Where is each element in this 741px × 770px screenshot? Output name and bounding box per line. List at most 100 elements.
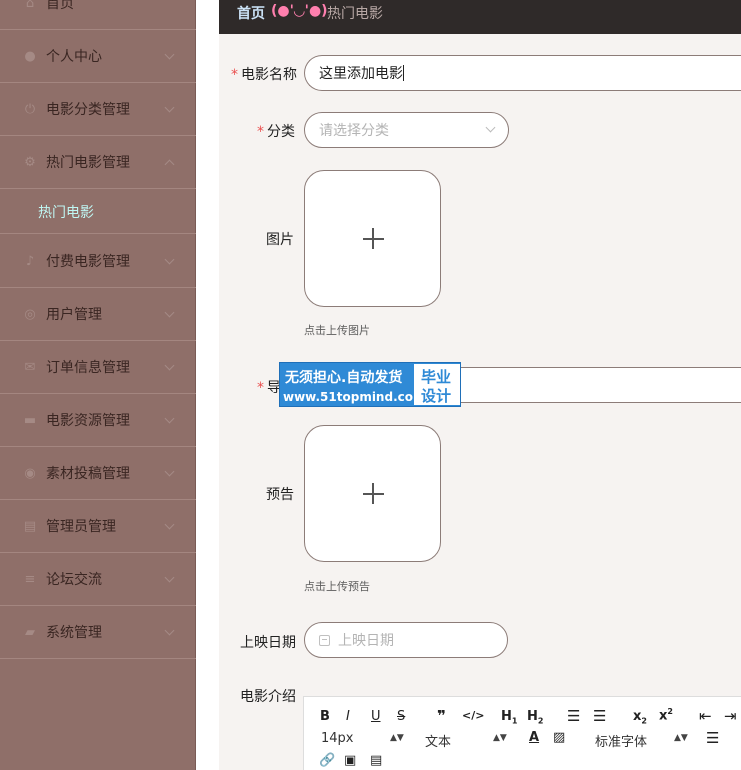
- h2-button[interactable]: H2: [527, 709, 543, 726]
- release-date-input[interactable]: 上映日期: [304, 622, 508, 658]
- director-label: * 导: [257, 380, 281, 396]
- watermark-right1: 毕业: [421, 368, 452, 386]
- sidebar-item-forum[interactable]: ≡ 论坛交流: [0, 553, 196, 606]
- image-upload[interactable]: [304, 170, 441, 307]
- sidebar-item-category[interactable]: ⏻ 电影分类管理: [0, 83, 196, 136]
- font-family-arrow-icon: ▲▼: [674, 733, 688, 743]
- chevron-down-icon: [164, 572, 175, 583]
- sidebar-item-label: 管理员管理: [46, 519, 116, 535]
- card-icon: ▬: [23, 412, 37, 428]
- user-icon: ●: [24, 48, 36, 64]
- home-icon: ⌂: [25, 0, 35, 11]
- sidebar-item-submissions[interactable]: ◉ 素材投稿管理: [0, 447, 196, 500]
- release-date-label: 上映日期: [240, 635, 296, 651]
- chevron-up-icon: [164, 159, 175, 170]
- sidebar-subitem-label: 热门电影: [38, 205, 94, 221]
- list-icon: ▤: [23, 518, 37, 534]
- category-select[interactable]: 请选择分类: [304, 112, 509, 148]
- chevron-down-icon: [164, 519, 175, 530]
- sidebar-item-label: 素材投稿管理: [46, 466, 130, 482]
- sidebar-item-personal[interactable]: ● 个人中心: [0, 30, 196, 83]
- sidebar-item-users[interactable]: ◎ 用户管理: [0, 288, 196, 341]
- font-color-button[interactable]: A: [529, 730, 539, 745]
- sidebar-item-resources[interactable]: ▬ 电影资源管理: [0, 394, 196, 447]
- chevron-down-icon: [485, 122, 496, 133]
- bullet-list-button[interactable]: ☰: [593, 707, 606, 725]
- image-label: 图片: [266, 232, 294, 248]
- chat-icon: ▰: [25, 624, 35, 640]
- chevron-down-icon: [164, 307, 175, 318]
- watermark-line1: 无须担心.自动发货: [285, 370, 403, 386]
- breadcrumb: 首页 (●'◡'●) 热门电影: [219, 0, 741, 34]
- image-icon[interactable]: ▣: [344, 753, 356, 768]
- trailer-upload-hint: 点击上传预告: [304, 580, 370, 593]
- movie-name-input[interactable]: 这里添加电影: [304, 55, 741, 91]
- font-family-select[interactable]: 标准字体: [595, 731, 647, 750]
- sidebar-item-paid-movies[interactable]: ♪ 付费电影管理: [0, 235, 196, 288]
- chevron-down-icon: [164, 413, 175, 424]
- align-button[interactable]: ☰: [706, 729, 719, 747]
- trailer-upload[interactable]: [304, 425, 441, 562]
- sidebar-item-label: 订单信息管理: [46, 360, 130, 376]
- breadcrumb-home[interactable]: 首页: [237, 3, 265, 23]
- font-size-select[interactable]: 14px: [321, 731, 354, 746]
- chevron-down-icon: [164, 254, 175, 265]
- sidebar-item-system[interactable]: ▰ 系统管理: [0, 606, 196, 659]
- target-icon: ◉: [24, 465, 36, 481]
- power-icon: ⏻: [24, 101, 36, 117]
- ordered-list-button[interactable]: ☰: [567, 707, 580, 725]
- settings-icon: ⚙: [24, 154, 36, 170]
- indent-button[interactable]: ⇥: [724, 707, 737, 725]
- sidebar-item-label: 付费电影管理: [46, 254, 130, 270]
- sidebar-item-label: 热门电影管理: [46, 155, 130, 171]
- text-caret: [403, 65, 404, 81]
- category-label: * 分类: [257, 124, 295, 140]
- strike-button[interactable]: S: [397, 709, 405, 724]
- watermark-banner: 无须担心.自动发货 www.51topmind.com 毕业 设计: [279, 362, 461, 407]
- sidebar-item-label: 电影分类管理: [46, 102, 130, 118]
- breadcrumb-current: 热门电影: [327, 6, 383, 22]
- code-button[interactable]: </>: [462, 709, 484, 722]
- category-placeholder: 请选择分类: [319, 123, 389, 139]
- movie-name-label: * 电影名称: [231, 67, 297, 83]
- sidebar-item-admins[interactable]: ▤ 管理员管理: [0, 500, 196, 553]
- subscript-button[interactable]: x2: [633, 709, 647, 726]
- chevron-down-icon: [164, 360, 175, 371]
- intro-label: 电影介绍: [240, 689, 296, 705]
- trailer-label: 预告: [266, 487, 294, 503]
- menu-icon: ≡: [24, 571, 36, 587]
- text-style-select[interactable]: 文本: [425, 731, 451, 750]
- italic-button[interactable]: I: [346, 709, 350, 724]
- sidebar-item-hot-movies[interactable]: ⚙ 热门电影管理: [0, 136, 196, 189]
- rich-text-editor[interactable]: B I U S ❞ </> H1 H2 ☰ ☰ x2 x2 ⇤ ⇥ 14px ▲…: [303, 696, 741, 770]
- background-color-button[interactable]: ▨: [553, 730, 565, 745]
- sidebar: ⌂ 首页 ● 个人中心 ⏻ 电影分类管理 ⚙ 热门电影管理 热门电影 ♪ 付费电…: [0, 0, 196, 770]
- underline-button[interactable]: U: [371, 709, 381, 724]
- sidebar-item-label: 个人中心: [46, 49, 102, 65]
- font-size-arrow-icon: ▲▼: [390, 733, 404, 743]
- release-date-placeholder: 上映日期: [338, 633, 394, 649]
- mic-icon: ♪: [25, 253, 35, 269]
- h1-button[interactable]: H1: [501, 709, 517, 726]
- sidebar-item-label: 系统管理: [46, 625, 102, 641]
- outdent-button[interactable]: ⇤: [699, 707, 712, 725]
- bold-button[interactable]: B: [320, 709, 330, 724]
- mail-icon: ✉: [24, 359, 36, 375]
- sidebar-item-label: 用户管理: [46, 307, 102, 323]
- chevron-down-icon: [164, 466, 175, 477]
- sidebar-subitem-hot-movies[interactable]: 热门电影: [0, 189, 196, 234]
- chevron-down-icon: [164, 102, 175, 113]
- link-icon[interactable]: 🔗: [319, 753, 335, 768]
- image-upload-hint: 点击上传图片: [304, 324, 370, 337]
- sidebar-item-orders[interactable]: ✉ 订单信息管理: [0, 341, 196, 394]
- video-icon[interactable]: ▤: [370, 753, 382, 768]
- chevron-down-icon: [164, 625, 175, 636]
- calendar-icon: [319, 634, 330, 646]
- superscript-button[interactable]: x2: [659, 707, 673, 723]
- watermark-right2: 设计: [421, 387, 452, 405]
- breadcrumb-separator: (●'◡'●): [271, 3, 328, 19]
- sidebar-item-home[interactable]: ⌂ 首页: [0, 0, 196, 30]
- watermark-url: www.51topmind.com: [283, 390, 426, 404]
- quote-button[interactable]: ❞: [437, 707, 446, 725]
- text-style-arrow-icon: ▲▼: [493, 733, 507, 743]
